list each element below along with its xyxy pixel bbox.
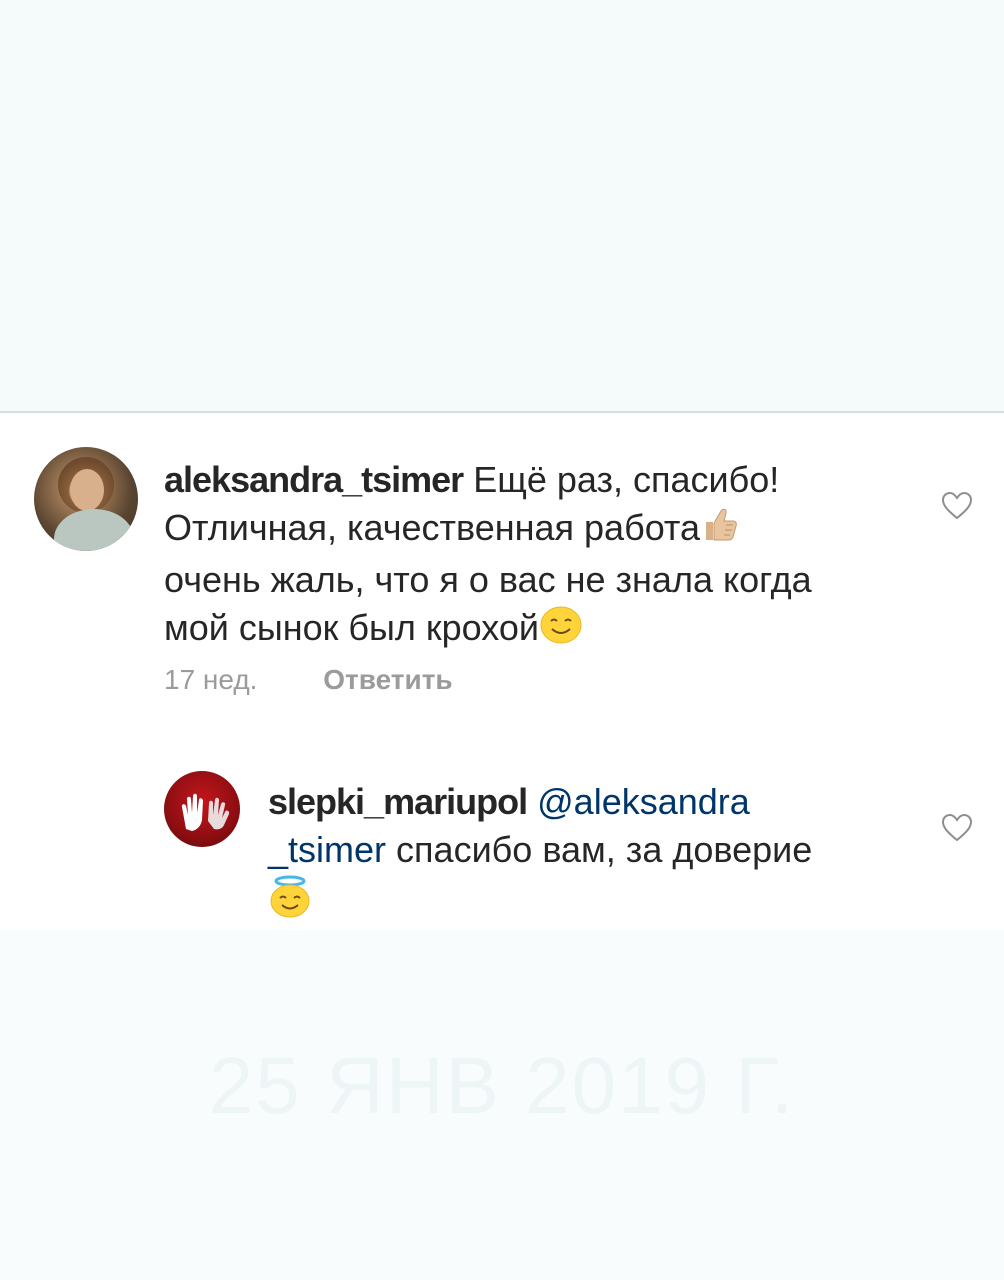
comment-line: спасибо вам, за доверие — [396, 829, 813, 870]
comment-meta: 17 нед. Ответить — [164, 664, 453, 696]
comment-text: aleksandra_tsimer Ещё раз, спасибо! Отли… — [164, 456, 924, 657]
hand-prints-logo-icon — [181, 793, 230, 831]
comment-line: Ещё раз, спасибо! — [473, 459, 780, 500]
avatar[interactable] — [164, 771, 240, 847]
comment-username[interactable]: aleksandra_tsimer — [164, 459, 464, 500]
comment-timestamp: 17 нед. — [164, 664, 258, 695]
thumbs-up-icon — [700, 504, 740, 556]
mention-link[interactable]: _tsimer — [268, 829, 386, 870]
story-top-background — [0, 0, 1004, 411]
comment-username[interactable]: slepki_mariupol — [268, 781, 528, 822]
avatar-face — [70, 469, 104, 511]
comment-line: мой сынок был крохой — [164, 607, 540, 649]
like-heart-icon[interactable] — [941, 813, 973, 843]
mention-link[interactable]: @aleksandra — [537, 781, 750, 822]
comment-line: очень жаль, что я о вас не знала когда — [164, 559, 812, 601]
angel-face-icon — [268, 874, 312, 930]
reply-button[interactable]: Ответить — [323, 664, 452, 695]
comment-reply-text: slepki_mariupol @aleksandra _tsimer спас… — [268, 778, 908, 930]
like-heart-icon[interactable] — [941, 491, 973, 521]
avatar-shoulder — [54, 509, 134, 551]
story-date-caption: 25 ЯНВ 2019 Г. — [208, 1041, 796, 1130]
avatar[interactable] — [34, 447, 138, 551]
comment-line: Отличная, качественная работа — [164, 507, 701, 548]
smiling-face-icon — [539, 605, 583, 657]
